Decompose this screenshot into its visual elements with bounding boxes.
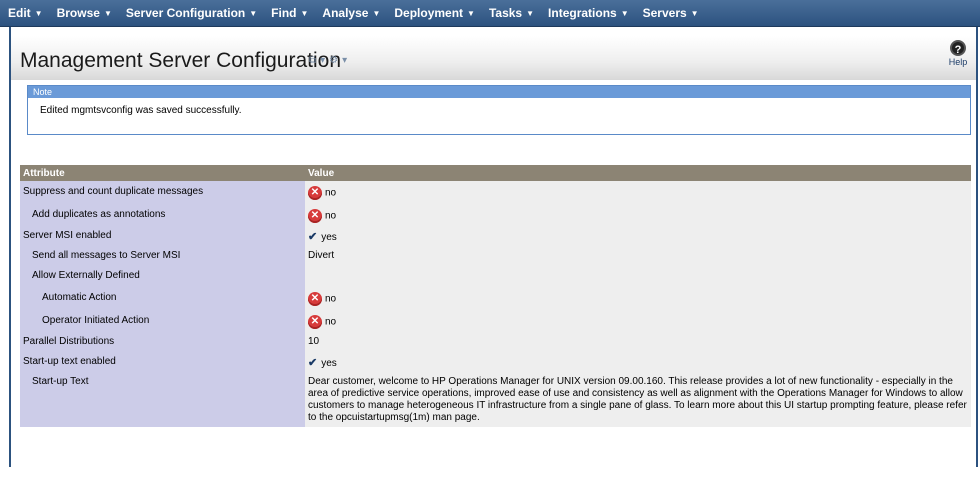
- gear-icon[interactable]: ⚙: [329, 55, 338, 66]
- value-cell: Divert: [305, 247, 971, 267]
- menu-deployment[interactable]: Deployment ▼: [394, 6, 475, 20]
- menu-label: Servers: [642, 6, 687, 20]
- error-x-icon: ✕: [308, 209, 322, 223]
- column-header-attribute: Attribute: [20, 165, 305, 181]
- error-x-icon: ✕: [308, 315, 322, 329]
- value-text: no: [325, 187, 337, 199]
- checkmark-icon: ✔: [308, 231, 318, 243]
- table-row: Allow Externally Defined: [20, 267, 971, 287]
- menu-label: Edit: [8, 6, 31, 20]
- chevron-down-icon: ▼: [34, 8, 43, 18]
- value-cell: ✕ no: [305, 181, 971, 204]
- attribute-cell: Start-up Text: [20, 373, 305, 427]
- value-cell: Dear customer, welcome to HP Operations …: [305, 373, 971, 427]
- value-text: no: [325, 316, 337, 328]
- chevron-down-icon: ▼: [526, 8, 535, 18]
- note-header: Note: [28, 86, 970, 98]
- chevron-down-icon: ▼: [249, 8, 258, 18]
- value-text: yes: [321, 357, 337, 369]
- menu-label: Integrations: [548, 6, 617, 20]
- menu-browse[interactable]: Browse ▼: [57, 6, 112, 20]
- note-box: Note Edited mgmtsvconfig was saved succe…: [27, 85, 971, 135]
- table-header-row: Attribute Value: [20, 165, 971, 181]
- column-header-value: Value: [305, 165, 971, 181]
- menu-analyse[interactable]: Analyse ▼: [322, 6, 380, 20]
- attribute-cell: Operator Initiated Action: [20, 310, 305, 333]
- value-text: no: [325, 293, 337, 305]
- help-icon: ?: [950, 40, 966, 56]
- help-button[interactable]: ? Help: [943, 40, 973, 67]
- chevron-down-icon: ▼: [300, 8, 309, 18]
- menu-servers[interactable]: Servers ▼: [643, 6, 699, 20]
- chevron-down-icon: ▼: [372, 8, 381, 18]
- chevron-down-icon: ▼: [467, 8, 475, 18]
- menu-edit[interactable]: Edit ▼: [8, 6, 43, 20]
- attribute-table: Attribute Value Suppress and count dupli…: [20, 165, 971, 427]
- menu-label: Server Configuration: [125, 6, 246, 20]
- note-text: Edited mgmtsvconfig was saved successful…: [40, 105, 242, 116]
- table-row: Add duplicates as annotations ✕ no: [20, 204, 971, 227]
- chevron-down-icon: ▼: [103, 8, 112, 18]
- value-cell: ✕ no: [305, 287, 971, 310]
- table-row: Server MSI enabled ✔ yes: [20, 227, 971, 247]
- menu-integrations[interactable]: Integrations ▼: [548, 6, 629, 20]
- attribute-cell: Server MSI enabled: [20, 227, 305, 247]
- checkmark-icon: ✔: [308, 357, 318, 369]
- menu-server-configuration[interactable]: Server Configuration ▼: [126, 6, 257, 20]
- chevron-down-icon: ▼: [620, 8, 629, 18]
- attribute-cell: Add duplicates as annotations: [20, 204, 305, 227]
- table-row: Start-up text enabled ✔ yes: [20, 353, 971, 373]
- frame-left-border: [9, 27, 11, 467]
- value-cell: [305, 267, 971, 287]
- menu-label: Find: [271, 6, 297, 20]
- table-row: Automatic Action ✕ no: [20, 287, 971, 310]
- chevron-down-icon: ▼: [690, 8, 699, 18]
- value-text: yes: [321, 231, 337, 243]
- value-cell: ✔ yes: [305, 353, 971, 373]
- value-cell: ✕ no: [305, 310, 971, 333]
- menu-label: Tasks: [488, 6, 523, 20]
- value-cell: 10: [305, 333, 971, 353]
- menu-label: Analyse: [322, 6, 369, 20]
- page-title: Management Server Configuration: [20, 49, 342, 72]
- attribute-cell: Automatic Action: [20, 287, 305, 310]
- menu-label: Browse: [56, 6, 100, 20]
- attribute-cell: Allow Externally Defined: [20, 267, 305, 287]
- table-row: Send all messages to Server MSI Divert: [20, 247, 971, 267]
- title-toolbar: ⧉ ▾ ⚙ ▾: [309, 55, 351, 66]
- chevron-down-icon[interactable]: ▾: [320, 55, 325, 66]
- table-row: Start-up Text Dear customer, welcome to …: [20, 373, 971, 427]
- attribute-cell: Send all messages to Server MSI: [20, 247, 305, 267]
- frame-right-border: [976, 27, 978, 467]
- menu-label: Deployment: [394, 6, 464, 20]
- table-row: Operator Initiated Action ✕ no: [20, 310, 971, 333]
- attribute-cell: Parallel Distributions: [20, 333, 305, 353]
- error-x-icon: ✕: [308, 186, 322, 200]
- error-x-icon: ✕: [308, 292, 322, 306]
- main-menubar: Edit ▼ Browse ▼ Server Configuration ▼ Find…: [0, 0, 980, 27]
- menu-tasks[interactable]: Tasks ▼: [489, 6, 534, 20]
- value-cell: ✕ no: [305, 204, 971, 227]
- attribute-cell: Start-up text enabled: [20, 353, 305, 373]
- table-row: Suppress and count duplicate messages ✕ n…: [20, 181, 971, 204]
- help-label: Help: [948, 57, 968, 67]
- window-icon[interactable]: ⧉: [309, 55, 316, 66]
- menu-find[interactable]: Find ▼: [271, 6, 308, 20]
- table-row: Parallel Distributions 10: [20, 333, 971, 353]
- value-text: no: [325, 210, 337, 222]
- attribute-cell: Suppress and count duplicate messages: [20, 181, 305, 204]
- value-cell: ✔ yes: [305, 227, 971, 247]
- chevron-down-icon[interactable]: ▾: [342, 55, 347, 66]
